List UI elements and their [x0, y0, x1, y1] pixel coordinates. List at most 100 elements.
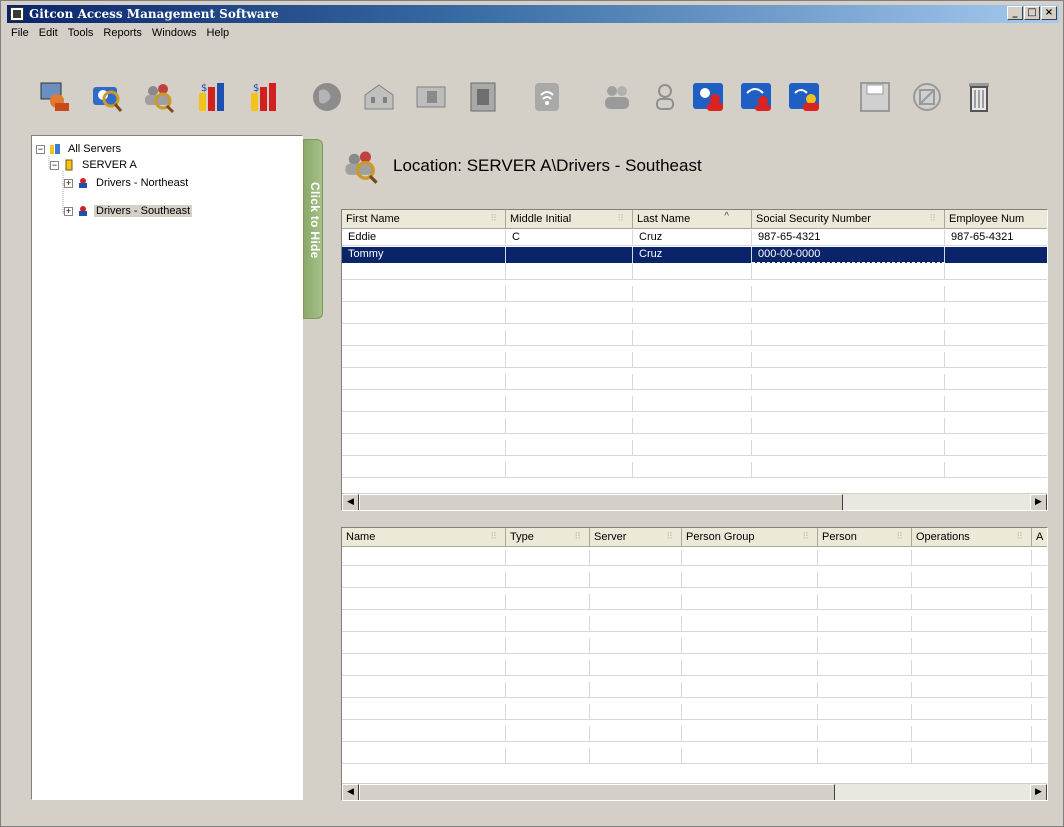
scroll-thumb[interactable] — [359, 784, 835, 800]
menu-file[interactable]: File — [7, 25, 35, 43]
find-group-button[interactable] — [141, 79, 177, 115]
empty-row — [342, 440, 1047, 456]
table-row[interactable]: Eddie C Cruz 987-65-4321 987-65-4321 — [342, 230, 1047, 246]
hide-tab-label: Click to Hide — [308, 182, 322, 259]
close-button[interactable]: × — [1041, 6, 1057, 20]
column-header-type[interactable]: Type ⠿ — [506, 528, 590, 547]
report-chart-button[interactable]: $ — [193, 79, 229, 115]
click-to-hide-tab[interactable]: Click to Hide — [303, 139, 323, 319]
window-title: Gitcon Access Management Software — [29, 7, 279, 21]
empty-row — [342, 374, 1047, 390]
save-icon — [860, 82, 890, 112]
empty-row — [342, 264, 1047, 280]
empty-row — [342, 286, 1047, 302]
scroll-thumb[interactable] — [359, 494, 843, 510]
wireless-group-button[interactable] — [739, 79, 775, 115]
import-person-button[interactable] — [37, 79, 73, 115]
tree-item-server[interactable]: − SERVER A — [50, 158, 139, 172]
scroll-right-button[interactable]: ▶ — [1030, 494, 1047, 510]
scroll-right-button[interactable]: ▶ — [1030, 784, 1047, 800]
servers-folder-icon — [50, 144, 60, 154]
svg-text:$: $ — [253, 83, 259, 94]
globe-button[interactable] — [309, 79, 345, 115]
menu-tools[interactable]: Tools — [64, 25, 100, 43]
column-header-first-name[interactable]: First Name ⠿ — [342, 210, 506, 229]
column-header-person-group[interactable]: Person Group ⠿ — [682, 528, 818, 547]
app-icon[interactable] — [10, 7, 24, 21]
persons-grid-header: First Name ⠿ Middle Initial ⠿ Last Name ^ S… — [342, 210, 1047, 229]
tree-label: Drivers - Southeast — [94, 205, 193, 217]
import-person-icon — [40, 82, 69, 111]
person-button[interactable] — [647, 79, 683, 115]
column-header-middle-initial[interactable]: Middle Initial ⠿ — [506, 210, 633, 229]
empty-row — [342, 704, 1047, 720]
cancel-button[interactable] — [909, 79, 945, 115]
controller-button[interactable] — [413, 79, 449, 115]
persons-grid[interactable]: First Name ⠿ Middle Initial ⠿ Last Name ^ S… — [341, 209, 1048, 511]
tree-item-group[interactable]: + Drivers - Northeast — [64, 176, 190, 190]
menu-help[interactable]: Help — [203, 25, 236, 43]
wireless-reader-button[interactable] — [529, 79, 565, 115]
access-grid[interactable]: Name ⠿ Type ⠿ Server ⠿ Person Group ⠿ Person… — [341, 527, 1048, 801]
empty-row — [342, 396, 1047, 412]
sort-ascending-icon: ^ — [724, 211, 729, 222]
panel-icon — [470, 82, 496, 112]
column-header-operations[interactable]: Operations ⠿ — [912, 528, 1032, 547]
group-access-alt-button[interactable] — [787, 79, 823, 115]
tree-item-all-servers[interactable]: − All Servers — [36, 142, 123, 156]
search-person-button[interactable] — [89, 79, 125, 115]
column-header-last-name[interactable]: Last Name ^ — [633, 210, 752, 229]
empty-row — [342, 550, 1047, 566]
empty-row — [342, 660, 1047, 676]
server-tree[interactable]: − All Servers − SERVER A + Drivers - Nor… — [31, 135, 303, 800]
menu-edit[interactable]: Edit — [35, 25, 64, 43]
empty-row — [342, 594, 1047, 610]
empty-row — [342, 638, 1047, 654]
minimize-button[interactable]: _ — [1007, 6, 1023, 20]
column-header-truncated[interactable]: A — [1032, 528, 1047, 547]
maximize-button[interactable]: □ — [1024, 6, 1040, 20]
empty-row — [342, 748, 1047, 764]
menu-windows[interactable]: Windows — [148, 25, 203, 43]
report-chart-alt-icon: $ — [251, 83, 276, 111]
building-button[interactable] — [361, 79, 397, 115]
horizontal-scrollbar[interactable]: ◀ ▶ — [342, 493, 1047, 510]
delete-button[interactable] — [961, 79, 997, 115]
column-header-person[interactable]: Person ⠿ — [818, 528, 912, 547]
expand-icon[interactable]: + — [64, 178, 73, 188]
empty-row — [342, 330, 1047, 346]
empty-row — [342, 462, 1047, 478]
scroll-left-button[interactable]: ◀ — [342, 784, 359, 800]
collapse-icon[interactable]: − — [36, 144, 45, 154]
panel-button[interactable] — [465, 79, 501, 115]
column-header-employee-num[interactable]: Employee Num — [945, 210, 1047, 229]
collapse-icon[interactable]: − — [50, 160, 59, 170]
column-header-server[interactable]: Server ⠿ — [590, 528, 682, 547]
wireless-group-icon — [741, 83, 771, 111]
toolbar: $ $ — [31, 79, 1061, 119]
column-header-name[interactable]: Name ⠿ — [342, 528, 506, 547]
menu-bar: File Edit Tools Reports Windows Help — [7, 25, 235, 43]
column-header-ssn[interactable]: Social Security Number ⠿ — [752, 210, 945, 229]
group-access-icon — [693, 83, 723, 111]
find-group-icon — [345, 151, 378, 184]
report-chart-alt-button[interactable]: $ — [245, 79, 281, 115]
menu-reports[interactable]: Reports — [99, 25, 148, 43]
scroll-left-button[interactable]: ◀ — [342, 494, 359, 510]
save-button[interactable] — [857, 79, 893, 115]
group-access-button[interactable] — [691, 79, 727, 115]
empty-row — [342, 572, 1047, 588]
access-grid-header: Name ⠿ Type ⠿ Server ⠿ Person Group ⠿ Person… — [342, 528, 1047, 547]
empty-row — [342, 308, 1047, 324]
people-group-button[interactable] — [599, 79, 635, 115]
expand-icon[interactable]: + — [64, 206, 73, 216]
table-row-selected[interactable]: Tommy Cruz 000-00-0000 — [342, 247, 1047, 263]
empty-row — [342, 682, 1047, 698]
title-bar[interactable]: Gitcon Access Management Software _ □ × — [7, 5, 1059, 23]
report-chart-icon: $ — [199, 83, 224, 111]
location-header: Location: SERVER A\Drivers - Southeast — [341, 141, 702, 191]
cancel-icon — [913, 83, 941, 111]
horizontal-scrollbar[interactable]: ◀ ▶ — [342, 783, 1047, 800]
empty-row — [342, 616, 1047, 632]
tree-item-group-selected[interactable]: + Drivers - Southeast — [64, 204, 193, 218]
